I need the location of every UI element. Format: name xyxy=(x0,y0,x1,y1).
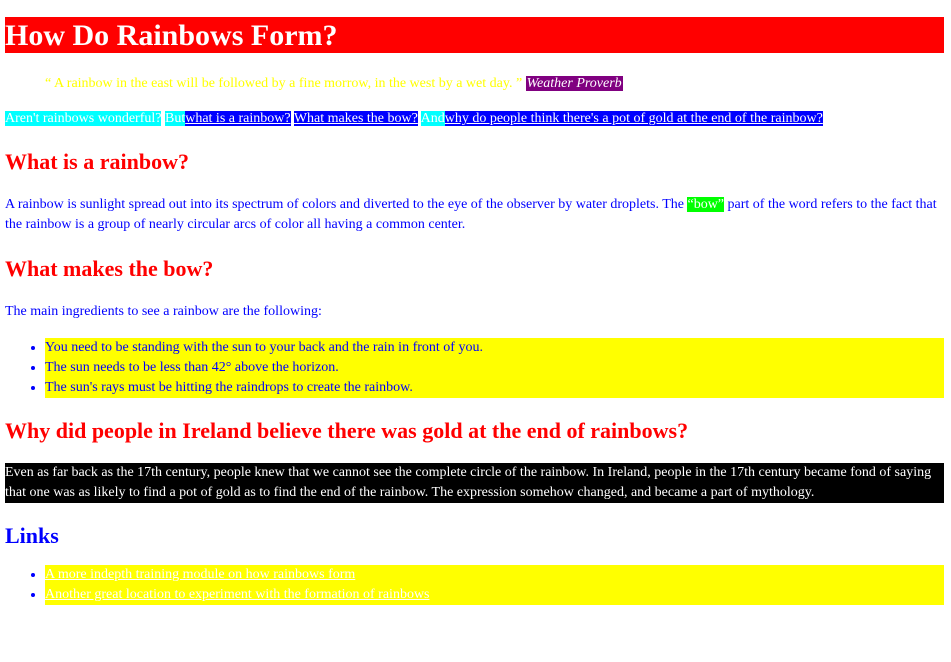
links-list: A more indepth training module on how ra… xyxy=(5,565,944,605)
nav-link-pot-of-gold[interactable]: why do people think there's a pot of gol… xyxy=(444,111,823,126)
list-item: A more indepth training module on how ra… xyxy=(45,565,944,585)
link-training-module[interactable]: A more indepth training module on how ra… xyxy=(45,567,355,582)
rainbow-text-before: A rainbow is sunlight spread out into it… xyxy=(5,197,688,212)
list-item: The sun's rays must be hitting the raind… xyxy=(45,378,944,398)
gold-paragraph: Even as far back as the 17th century, pe… xyxy=(5,463,944,503)
nav-and-text: And xyxy=(420,111,445,126)
quote-text: “ A rainbow in the east will be followed… xyxy=(45,76,523,91)
list-item: You need to be standing with the sun to … xyxy=(45,338,944,358)
heading-what-is-rainbow: What is a rainbow? xyxy=(5,149,189,174)
bow-highlight: “bow” xyxy=(687,197,725,212)
nav-but-text: But xyxy=(164,111,186,126)
link-experiment-location[interactable]: Another great location to experiment wit… xyxy=(45,587,430,602)
nav-intro-text: Aren't rainbows wonderful? xyxy=(5,111,162,126)
heading-links: Links xyxy=(5,523,59,548)
nav-link-what-makes-bow[interactable]: What makes the bow? xyxy=(293,111,418,126)
ingredients-list: You need to be standing with the sun to … xyxy=(5,338,944,398)
list-item: The sun needs to be less than 42° above … xyxy=(45,358,944,378)
list-item: Another great location to experiment wit… xyxy=(45,585,944,605)
ingredients-intro: The main ingredients to see a rainbow ar… xyxy=(5,304,322,319)
heading-what-makes-bow: What makes the bow? xyxy=(5,256,214,281)
heading-gold-ireland: Why did people in Ireland believe there … xyxy=(5,418,689,443)
quote-cite: Weather Proverb xyxy=(525,76,623,91)
nav-link-what-is-rainbow[interactable]: what is a rainbow? xyxy=(185,111,291,126)
weather-proverb-quote: “ A rainbow in the east will be followed… xyxy=(45,75,944,93)
page-title: How Do Rainbows Form? xyxy=(5,17,944,53)
intro-nav: Aren't rainbows wonderful? Butwhat is a … xyxy=(5,110,944,128)
rainbow-paragraph: A rainbow is sunlight spread out into it… xyxy=(5,195,944,235)
